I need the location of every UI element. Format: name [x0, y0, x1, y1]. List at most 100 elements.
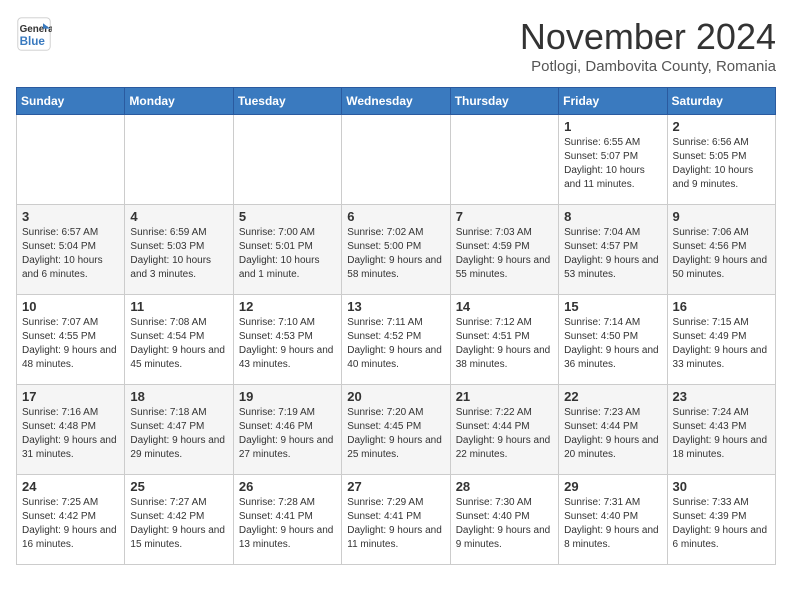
day-info: Sunrise: 7:27 AM Sunset: 4:42 PM Dayligh… — [130, 496, 227, 552]
day-info: Sunrise: 7:25 AM Sunset: 4:42 PM Dayligh… — [22, 496, 119, 552]
calendar-cell: 10 Sunrise: 7:07 AM Sunset: 4:55 PM Dayli… — [17, 295, 125, 385]
weekday-header-sunday: Sunday — [17, 88, 125, 115]
weekday-header-saturday: Saturday — [667, 88, 775, 115]
calendar-cell: 12 Sunrise: 7:10 AM Sunset: 4:53 PM Dayli… — [233, 295, 341, 385]
calendar-cell: 2 Sunrise: 6:56 AM Sunset: 5:05 PM Daylig… — [667, 115, 775, 205]
calendar-cell: 21 Sunrise: 7:22 AM Sunset: 4:44 PM Dayli… — [450, 385, 558, 475]
day-number: 12 — [239, 299, 336, 314]
weekday-header-thursday: Thursday — [450, 88, 558, 115]
day-number: 29 — [564, 479, 661, 494]
calendar-cell: 7 Sunrise: 7:03 AM Sunset: 4:59 PM Daylig… — [450, 205, 558, 295]
day-number: 19 — [239, 389, 336, 404]
calendar-cell: 6 Sunrise: 7:02 AM Sunset: 5:00 PM Daylig… — [342, 205, 450, 295]
day-number: 21 — [456, 389, 553, 404]
logo: General Blue — [16, 16, 52, 52]
calendar-cell: 17 Sunrise: 7:16 AM Sunset: 4:48 PM Dayli… — [17, 385, 125, 475]
day-info: Sunrise: 7:03 AM Sunset: 4:59 PM Dayligh… — [456, 226, 553, 282]
location: Potlogi, Dambovita County, Romania — [520, 58, 776, 75]
day-number: 17 — [22, 389, 119, 404]
day-info: Sunrise: 7:04 AM Sunset: 4:57 PM Dayligh… — [564, 226, 661, 282]
day-info: Sunrise: 7:22 AM Sunset: 4:44 PM Dayligh… — [456, 406, 553, 462]
calendar-cell: 28 Sunrise: 7:30 AM Sunset: 4:40 PM Dayli… — [450, 475, 558, 565]
day-number: 13 — [347, 299, 444, 314]
calendar-table: SundayMondayTuesdayWednesdayThursdayFrid… — [16, 87, 776, 565]
day-info: Sunrise: 6:57 AM Sunset: 5:04 PM Dayligh… — [22, 226, 119, 282]
calendar-cell: 24 Sunrise: 7:25 AM Sunset: 4:42 PM Dayli… — [17, 475, 125, 565]
calendar-cell: 26 Sunrise: 7:28 AM Sunset: 4:41 PM Dayli… — [233, 475, 341, 565]
logo-icon: General Blue — [16, 16, 52, 52]
month-title: November 2024 — [520, 16, 776, 58]
day-info: Sunrise: 7:06 AM Sunset: 4:56 PM Dayligh… — [673, 226, 770, 282]
calendar-cell: 23 Sunrise: 7:24 AM Sunset: 4:43 PM Dayli… — [667, 385, 775, 475]
day-info: Sunrise: 7:20 AM Sunset: 4:45 PM Dayligh… — [347, 406, 444, 462]
day-info: Sunrise: 7:18 AM Sunset: 4:47 PM Dayligh… — [130, 406, 227, 462]
calendar-cell: 9 Sunrise: 7:06 AM Sunset: 4:56 PM Daylig… — [667, 205, 775, 295]
weekday-header-tuesday: Tuesday — [233, 88, 341, 115]
day-number: 25 — [130, 479, 227, 494]
day-info: Sunrise: 7:29 AM Sunset: 4:41 PM Dayligh… — [347, 496, 444, 552]
day-info: Sunrise: 7:24 AM Sunset: 4:43 PM Dayligh… — [673, 406, 770, 462]
calendar-cell: 22 Sunrise: 7:23 AM Sunset: 4:44 PM Dayli… — [559, 385, 667, 475]
title-block: November 2024 Potlogi, Dambovita County,… — [520, 16, 776, 75]
day-info: Sunrise: 6:56 AM Sunset: 5:05 PM Dayligh… — [673, 136, 770, 192]
day-info: Sunrise: 7:33 AM Sunset: 4:39 PM Dayligh… — [673, 496, 770, 552]
page-header: General Blue November 2024 Potlogi, Damb… — [16, 16, 776, 75]
calendar-cell — [233, 115, 341, 205]
day-number: 26 — [239, 479, 336, 494]
svg-text:Blue: Blue — [20, 35, 46, 48]
day-info: Sunrise: 7:02 AM Sunset: 5:00 PM Dayligh… — [347, 226, 444, 282]
day-info: Sunrise: 6:55 AM Sunset: 5:07 PM Dayligh… — [564, 136, 661, 192]
day-info: Sunrise: 7:12 AM Sunset: 4:51 PM Dayligh… — [456, 316, 553, 372]
calendar-cell — [450, 115, 558, 205]
weekday-header-monday: Monday — [125, 88, 233, 115]
day-number: 30 — [673, 479, 770, 494]
calendar-cell: 11Sunrise: 7:08 AM Sunset: 4:54 PM Dayli… — [125, 295, 233, 385]
calendar-cell: 30 Sunrise: 7:33 AM Sunset: 4:39 PM Dayli… — [667, 475, 775, 565]
calendar-cell: 15Sunrise: 7:14 AM Sunset: 4:50 PM Dayli… — [559, 295, 667, 385]
day-info: Sunrise: 7:15 AM Sunset: 4:49 PM Dayligh… — [673, 316, 770, 372]
day-number: 4 — [130, 209, 227, 224]
day-number: 20 — [347, 389, 444, 404]
day-info: Sunrise: 6:59 AM Sunset: 5:03 PM Dayligh… — [130, 226, 227, 282]
day-info: Sunrise: 7:23 AM Sunset: 4:44 PM Dayligh… — [564, 406, 661, 462]
day-info: Sunrise: 7:10 AM Sunset: 4:53 PM Dayligh… — [239, 316, 336, 372]
calendar-cell — [125, 115, 233, 205]
day-info: Sunrise: 7:28 AM Sunset: 4:41 PM Dayligh… — [239, 496, 336, 552]
day-info: Sunrise: 7:16 AM Sunset: 4:48 PM Dayligh… — [22, 406, 119, 462]
day-info: Sunrise: 7:07 AM Sunset: 4:55 PM Dayligh… — [22, 316, 119, 372]
calendar-cell: 18Sunrise: 7:18 AM Sunset: 4:47 PM Dayli… — [125, 385, 233, 475]
day-number: 2 — [673, 119, 770, 134]
calendar-cell: 3Sunrise: 6:57 AM Sunset: 5:04 PM Daylig… — [17, 205, 125, 295]
calendar-cell: 25 Sunrise: 7:27 AM Sunset: 4:42 PM Dayli… — [125, 475, 233, 565]
calendar-cell: 29Sunrise: 7:31 AM Sunset: 4:40 PM Dayli… — [559, 475, 667, 565]
day-number: 28 — [456, 479, 553, 494]
calendar-cell: 16Sunrise: 7:15 AM Sunset: 4:49 PM Dayli… — [667, 295, 775, 385]
day-info: Sunrise: 7:00 AM Sunset: 5:01 PM Dayligh… — [239, 226, 336, 282]
calendar-cell: 13 Sunrise: 7:11 AM Sunset: 4:52 PM Dayli… — [342, 295, 450, 385]
day-number: 5 — [239, 209, 336, 224]
calendar-cell: 5 Sunrise: 7:00 AM Sunset: 5:01 PM Daylig… — [233, 205, 341, 295]
day-number: 27 — [347, 479, 444, 494]
day-number: 9 — [673, 209, 770, 224]
day-number: 23 — [673, 389, 770, 404]
calendar-cell: 27 Sunrise: 7:29 AM Sunset: 4:41 PM Dayli… — [342, 475, 450, 565]
day-number: 7 — [456, 209, 553, 224]
day-number: 22 — [564, 389, 661, 404]
weekday-header-friday: Friday — [559, 88, 667, 115]
day-number: 8 — [564, 209, 661, 224]
calendar-cell: 14Sunrise: 7:12 AM Sunset: 4:51 PM Dayli… — [450, 295, 558, 385]
day-number: 24 — [22, 479, 119, 494]
day-number: 11 — [130, 299, 227, 314]
calendar-cell: 4 Sunrise: 6:59 AM Sunset: 5:03 PM Daylig… — [125, 205, 233, 295]
day-number: 10 — [22, 299, 119, 314]
calendar-cell — [342, 115, 450, 205]
day-number: 6 — [347, 209, 444, 224]
calendar-cell: 1Sunrise: 6:55 AM Sunset: 5:07 PM Daylig… — [559, 115, 667, 205]
day-info: Sunrise: 7:19 AM Sunset: 4:46 PM Dayligh… — [239, 406, 336, 462]
calendar-cell: 19 Sunrise: 7:19 AM Sunset: 4:46 PM Dayli… — [233, 385, 341, 475]
day-info: Sunrise: 7:30 AM Sunset: 4:40 PM Dayligh… — [456, 496, 553, 552]
svg-text:General: General — [20, 24, 52, 35]
day-info: Sunrise: 7:11 AM Sunset: 4:52 PM Dayligh… — [347, 316, 444, 372]
calendar-cell: 20 Sunrise: 7:20 AM Sunset: 4:45 PM Dayli… — [342, 385, 450, 475]
day-info: Sunrise: 7:14 AM Sunset: 4:50 PM Dayligh… — [564, 316, 661, 372]
